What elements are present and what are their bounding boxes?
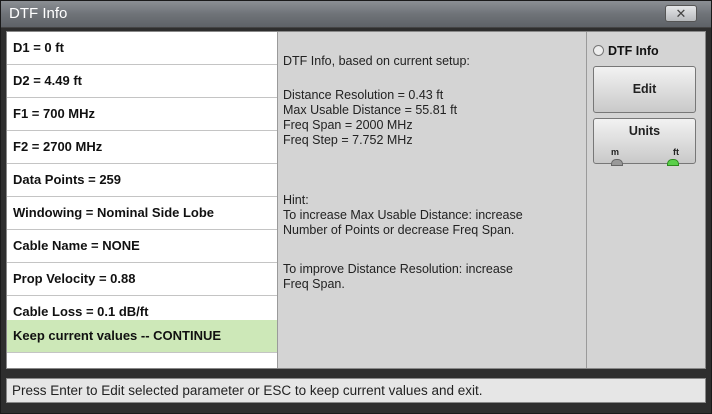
param-d2[interactable]: D2 = 4.49 ft <box>7 65 277 98</box>
param-f1[interactable]: F1 = 700 MHz <box>7 98 277 131</box>
param-data-points[interactable]: Data Points = 259 <box>7 164 277 197</box>
unit-ft-indicator-icon <box>667 159 679 166</box>
status-bar: Press Enter to Edit selected parameter o… <box>6 378 706 403</box>
unit-ft-label: ft <box>673 147 679 157</box>
units-toggle-button[interactable]: Units m ft <box>593 118 696 166</box>
parameter-list: D1 = 0 ft D2 = 4.49 ft F1 = 700 MHz F2 =… <box>7 32 278 368</box>
param-f2[interactable]: F2 = 2700 MHz <box>7 131 277 164</box>
window-title: DTF Info <box>9 5 68 22</box>
info-heading: DTF Info, based on current setup: <box>283 54 470 68</box>
radio-dot-icon <box>593 45 604 56</box>
info-hint-resolution: To improve Distance Resolution: increase… <box>283 262 513 291</box>
title-bar: DTF Info ✕ <box>1 1 711 28</box>
param-d1[interactable]: D1 = 0 ft <box>7 32 277 65</box>
dtf-info-radio[interactable]: DTF Info <box>593 44 659 58</box>
param-prop-velocity[interactable]: Prop Velocity = 0.88 <box>7 263 277 296</box>
param-cable-name[interactable]: Cable Name = NONE <box>7 230 277 263</box>
dtf-info-radio-label: DTF Info <box>608 44 659 58</box>
info-panel: DTF Info, based on current setup: Distan… <box>278 32 587 368</box>
unit-m-indicator-icon <box>611 159 623 166</box>
param-continue[interactable]: Keep current values -- CONTINUE <box>7 320 277 353</box>
dtf-info-dialog: DTF Info ✕ D1 = 0 ft D2 = 4.49 ft F1 = 7… <box>0 0 712 414</box>
dialog-content: D1 = 0 ft D2 = 4.49 ft F1 = 700 MHz F2 =… <box>6 31 706 369</box>
edit-button[interactable]: Edit <box>593 66 696 113</box>
units-label: Units <box>628 124 661 138</box>
info-hint: Hint: To increase Max Usable Distance: i… <box>283 193 523 237</box>
side-panel: DTF Info Edit Units m ft <box>587 32 705 368</box>
info-stats: Distance Resolution = 0.43 ft Max Usable… <box>283 88 458 147</box>
unit-m-label: m <box>611 147 620 157</box>
param-windowing[interactable]: Windowing = Nominal Side Lobe <box>7 197 277 230</box>
close-button[interactable]: ✕ <box>665 5 697 22</box>
